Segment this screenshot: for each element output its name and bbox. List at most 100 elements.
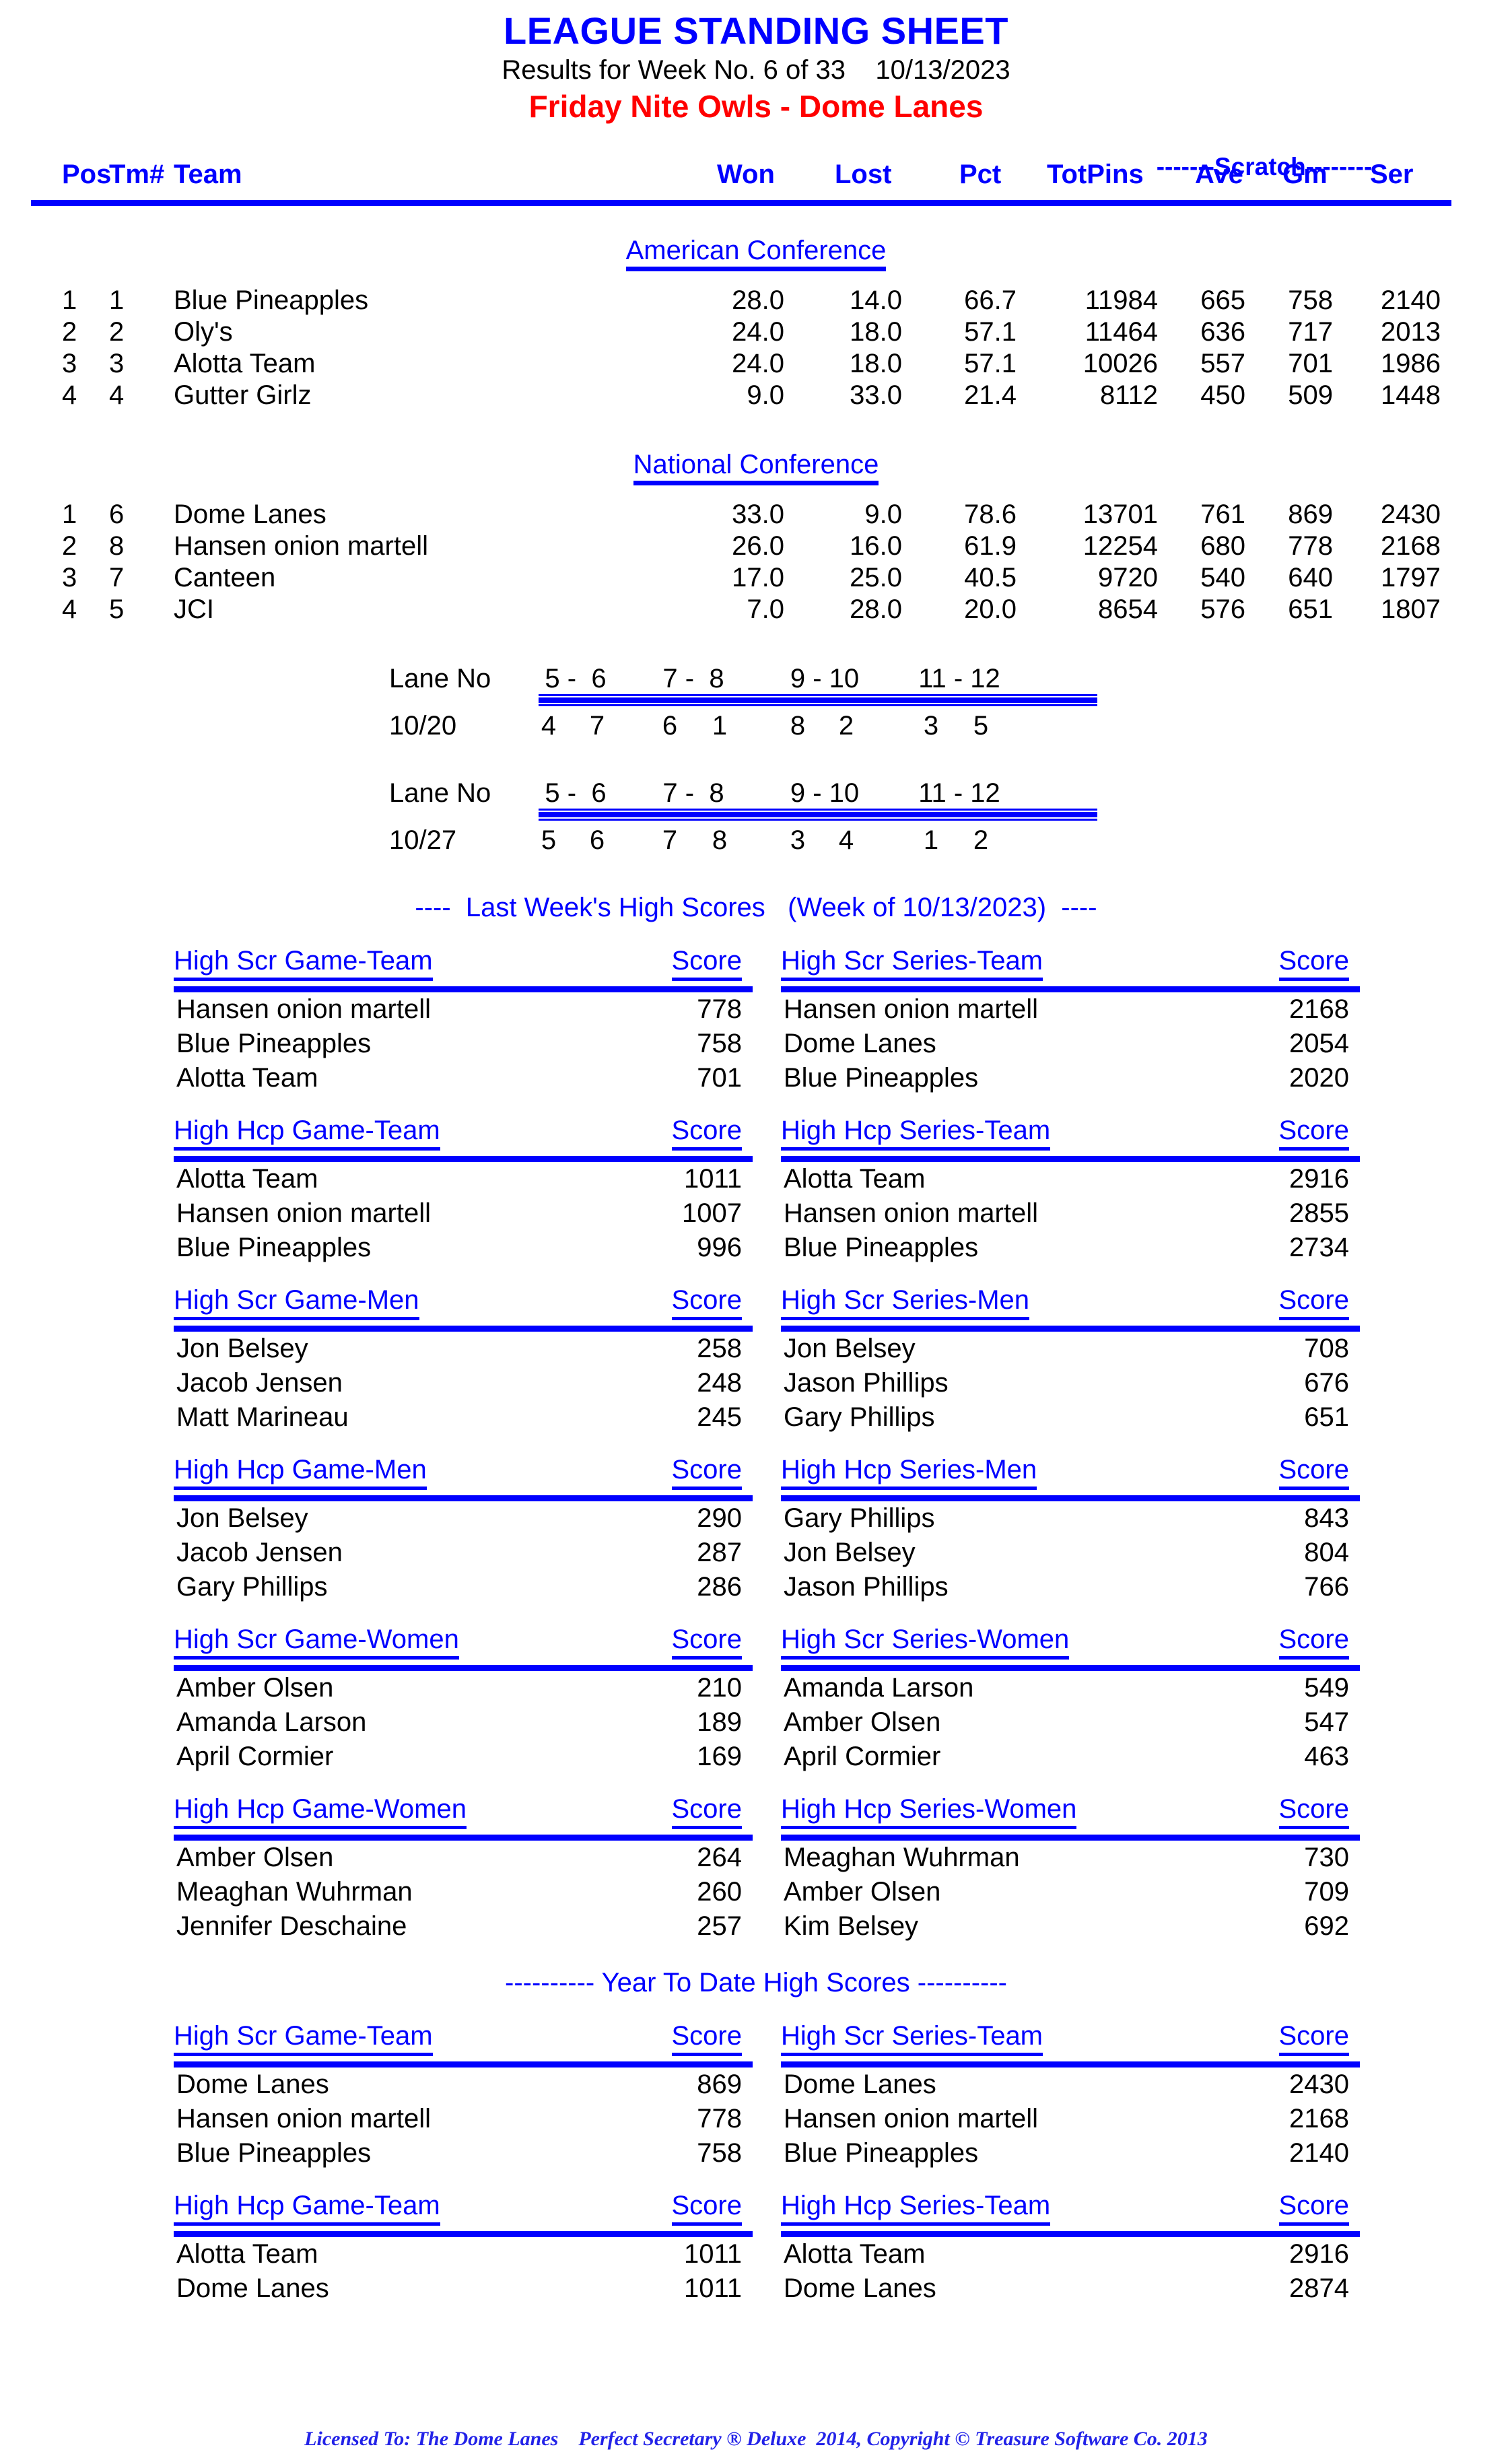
col-header-pos: Pos: [62, 160, 112, 190]
list-item: Jon Belsey 258: [174, 1334, 753, 1366]
list-item: Hansen onion martell 2168: [781, 994, 1360, 1027]
cell-ser: 1448: [1381, 380, 1441, 411]
entry-score: 676: [1304, 1368, 1349, 1398]
entry-score: 549: [1304, 1673, 1349, 1703]
entry-score: 2168: [1289, 994, 1349, 1025]
lane-team: 1: [923, 825, 939, 856]
standings-header-row: Pos Tm# Team Won Lost Pct TotPins Ave Gm…: [0, 160, 1512, 197]
conference-name: National Conference: [633, 450, 879, 486]
cell-lost: 14.0: [850, 285, 902, 316]
high-score-pair: High Hcp Game-Team Score Alotta Team 1011 …: [0, 1116, 1512, 1262]
table-title: High Hcp Series-Team: [781, 2191, 1051, 2226]
cell-tm: 2: [109, 317, 125, 347]
list-item: Alotta Team 2916: [781, 2239, 1360, 2271]
table-rule: [174, 1326, 753, 1332]
lane-header-week2: Lane No 5 - 6 7 - 8 9 - 10 11 - 12: [0, 778, 1512, 819]
entry-score: 804: [1304, 1538, 1349, 1568]
lane-team: 2: [973, 825, 989, 856]
col-header-gm: Gm: [1282, 160, 1328, 190]
cell-ser: 2168: [1381, 531, 1441, 561]
list-item: Dome Lanes 2430: [781, 2070, 1360, 2102]
cell-ave: 761: [1200, 500, 1245, 530]
list-item: Jason Phillips 676: [781, 1368, 1360, 1400]
table-title: High Scr Game-Men: [174, 1285, 419, 1321]
list-item: Hansen onion martell 2168: [781, 2104, 1360, 2136]
lane-team: 2: [838, 711, 854, 741]
lane-week-date: 10/20: [389, 711, 457, 741]
cell-lost: 28.0: [850, 594, 902, 625]
entry-score: 257: [697, 1911, 742, 1942]
table-rule: [781, 2061, 1360, 2068]
list-item: Alotta Team 1011: [174, 1164, 753, 1196]
lane-pair-3: 9 - 10: [790, 778, 860, 809]
cell-pct: 21.4: [964, 380, 1017, 411]
list-item: Jacob Jensen 287: [174, 1538, 753, 1570]
list-item: Amanda Larson 549: [781, 1673, 1360, 1705]
table-rule: [781, 1665, 1360, 1672]
entry-score: 2140: [1289, 2138, 1349, 2168]
entry-score: 264: [697, 1843, 742, 1873]
entry-name: Jennifer Deschaine: [176, 1911, 407, 1942]
col-header-team: Team: [174, 160, 242, 190]
lane-team: 3: [790, 825, 806, 856]
cell-ave: 450: [1200, 380, 1245, 411]
entry-score: 1011: [683, 2239, 742, 2269]
cell-ave: 540: [1200, 563, 1245, 593]
entry-score: 169: [697, 1742, 742, 1772]
entry-score: 758: [697, 1029, 742, 1059]
lane-pair-2: 7 - 8: [662, 778, 724, 809]
entry-score: 189: [697, 1707, 742, 1738]
list-item: April Cormier 169: [174, 1742, 753, 1774]
entry-score: 758: [697, 2138, 742, 2168]
high-score-pair: High Hcp Game-Women Score Amber Olsen 264 …: [0, 1794, 1512, 1941]
table-row: 1 1 Blue Pineapples 28.0 14.0 66.7 11984…: [0, 285, 1512, 317]
entry-name: Amanda Larson: [176, 1707, 367, 1738]
cell-gm: 509: [1288, 380, 1333, 411]
cell-ser: 1797: [1381, 563, 1441, 593]
score-column-header: Score: [1278, 1116, 1349, 1151]
high-score-table-scr-series-team: High Scr Series-Team Score Hansen onion m…: [781, 946, 1360, 1095]
entry-name: Gary Phillips: [784, 1503, 935, 1534]
entry-name: Dome Lanes: [176, 2070, 329, 2100]
col-header-tm: Tm#: [109, 160, 165, 190]
lane-team: 5: [541, 825, 557, 856]
ytd-table-hcp-game-team: High Hcp Game-Team Score Alotta Team 1011 …: [174, 2191, 753, 2306]
list-item: Gary Phillips 843: [781, 1503, 1360, 1536]
high-score-pair: High Hcp Game-Team Score Alotta Team 1011 …: [0, 2191, 1512, 2303]
score-column-header: Score: [671, 1285, 742, 1321]
cell-ave: 557: [1200, 349, 1245, 379]
lane-header-week1: Lane No 5 - 6 7 - 8 9 - 10 11 - 12: [0, 664, 1512, 705]
entry-name: April Cormier: [176, 1742, 334, 1772]
list-item: Blue Pineapples 2734: [781, 1233, 1360, 1265]
entry-name: Dome Lanes: [176, 2274, 329, 2304]
list-item: Jacob Jensen 248: [174, 1368, 753, 1400]
entry-score: 463: [1304, 1742, 1349, 1772]
cell-totpins: 12254: [1083, 531, 1158, 561]
entry-name: Amber Olsen: [784, 1877, 941, 1907]
cell-won: 17.0: [732, 563, 784, 593]
cell-lost: 9.0: [864, 500, 902, 530]
high-score-table-scr-series-men: High Scr Series-Men Score Jon Belsey 708 J…: [781, 1285, 1360, 1435]
score-column-header: Score: [1278, 1625, 1349, 1660]
cell-totpins: 10026: [1083, 349, 1158, 379]
ytd-table-hcp-series-team: High Hcp Series-Team Score Alotta Team 291…: [781, 2191, 1360, 2306]
cell-tm: 4: [109, 380, 125, 411]
list-item: Meaghan Wuhrman 260: [174, 1877, 753, 1909]
last-week-high-scores: High Scr Game-Team Score Hansen onion mar…: [0, 946, 1512, 1941]
lane-pair-2: 7 - 8: [662, 664, 724, 694]
entry-score: 651: [1304, 1402, 1349, 1433]
table-title: High Scr Series-Men: [781, 1285, 1030, 1321]
cell-gm: 640: [1288, 563, 1333, 593]
cell-won: 33.0: [732, 500, 784, 530]
score-column-header: Score: [1278, 946, 1349, 982]
lane-team: 8: [790, 711, 806, 741]
table-row: 1 6 Dome Lanes 33.0 9.0 78.6 13701 761 8…: [0, 500, 1512, 531]
entry-name: Matt Marineau: [176, 1402, 349, 1433]
score-column-header: Score: [1278, 1285, 1349, 1321]
table-rule: [781, 986, 1360, 993]
entry-name: Meaghan Wuhrman: [784, 1843, 1020, 1873]
lane-team: 8: [712, 825, 728, 856]
list-item: Gary Phillips 286: [174, 1572, 753, 1604]
entry-name: Blue Pineapples: [176, 1233, 372, 1263]
cell-pos: 3: [62, 349, 77, 379]
